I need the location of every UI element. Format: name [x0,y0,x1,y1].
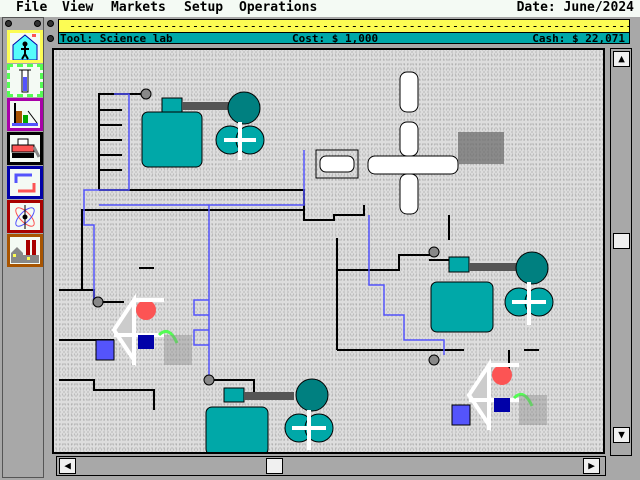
control-wires [83,93,445,375]
science-lab-right [428,354,547,432]
tool-headquarters[interactable] [7,30,43,63]
tool-factory[interactable] [7,98,43,131]
processing-unit-top [140,88,265,168]
scroll-left-button[interactable]: ◀ [59,458,76,474]
horizontal-scrollbar[interactable]: ◀ ▶ [56,456,606,476]
tool-bulldozer[interactable] [7,132,43,165]
factory-icon [12,103,38,126]
menu-setup[interactable]: Setup [184,0,223,16]
plant-layout [59,71,554,452]
headquarters-icon [12,34,38,61]
date-display: Date: June/2024 [516,0,634,15]
city-icon [11,240,39,263]
tool-cost: Cost: $ 1,000 [292,32,379,45]
screw-icon [47,20,54,27]
science-lab-left [92,293,192,367]
toolbox [2,17,44,478]
scroll-up-button[interactable]: ▲ [613,51,630,67]
menu-file[interactable]: File [16,0,47,16]
vertical-scroll-thumb[interactable] [613,233,630,249]
status-panel: ----------------------------------------… [44,17,640,46]
screw-icon [47,35,54,42]
menu-operations[interactable]: Operations [239,0,317,16]
menu-bar: File View Markets Setup Operations Date:… [0,0,640,17]
screw-icon [5,20,12,27]
tool-research[interactable] [7,200,43,233]
refinery-map[interactable] [52,48,605,454]
cash-balance: Cash: $ 22,071 [532,32,625,45]
distillation-column [315,71,504,215]
scroll-down-button[interactable]: ▼ [613,427,630,443]
recycle-arrows-icon [14,173,36,193]
atom-icon [15,205,35,229]
scroll-right-button[interactable]: ▶ [583,458,600,474]
bulldozer-icon [11,138,41,158]
menu-markets[interactable]: Markets [111,0,166,16]
screw-icon [34,20,41,27]
message-bar: ----------------------------------------… [58,19,630,33]
tool-science-lab[interactable] [7,64,43,97]
menu-view[interactable]: View [62,0,93,16]
current-tool: Tool: Science lab [60,32,173,45]
info-bar: Tool: Science lab Cost: $ 1,000 Cash: $ … [58,32,630,44]
horizontal-scroll-thumb[interactable] [266,458,283,474]
vertical-scrollbar[interactable]: ▲ ▼ [610,48,632,456]
processing-unit-bottom [203,374,334,452]
tool-recycle[interactable] [7,166,43,199]
tool-city[interactable] [7,234,43,267]
science-lab-test-tube-icon [19,69,31,93]
